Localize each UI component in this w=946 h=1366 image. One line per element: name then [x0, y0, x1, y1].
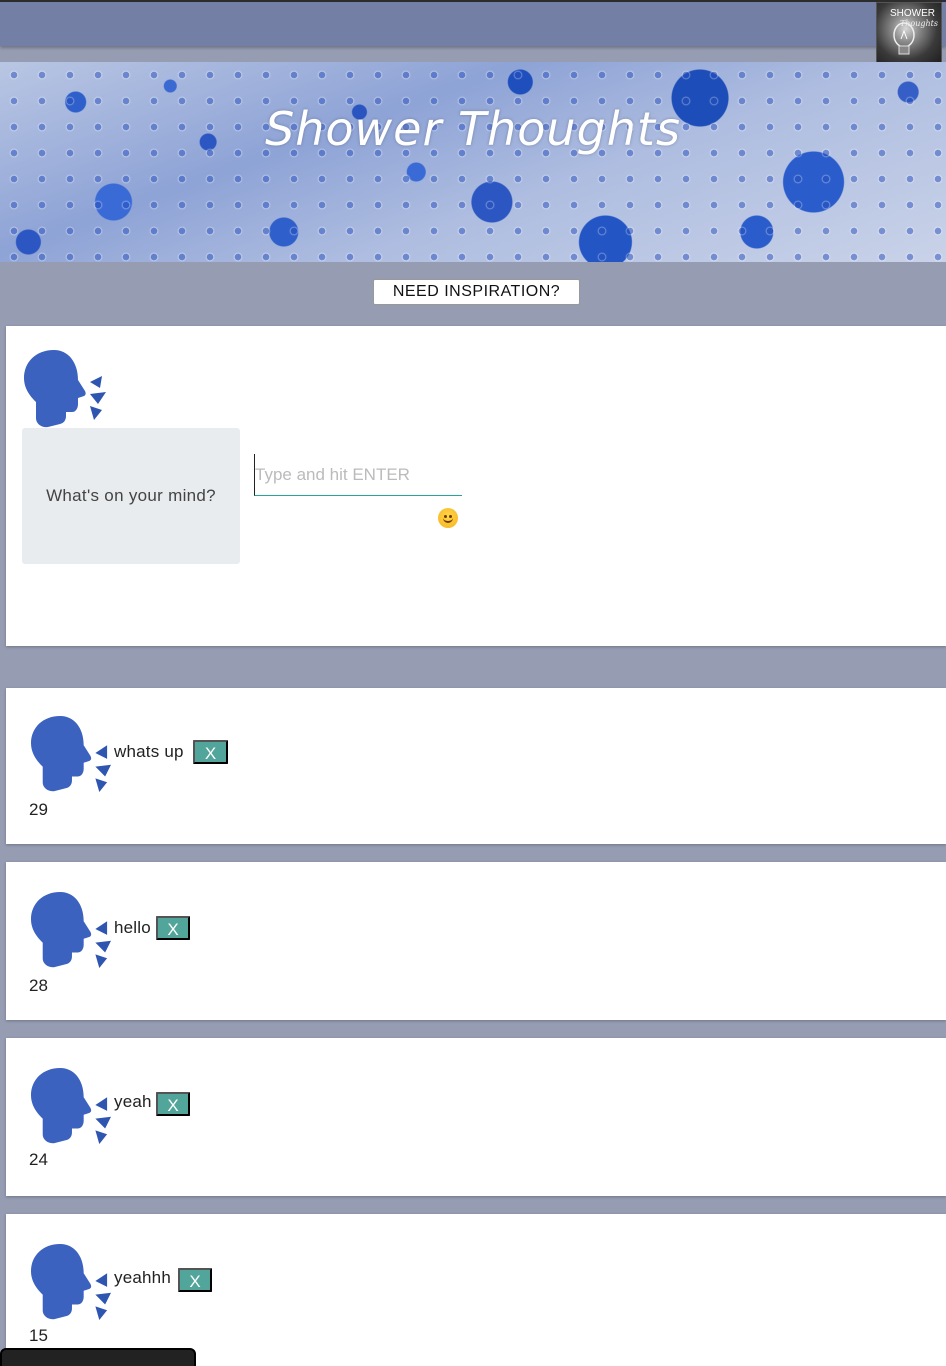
logo-line-1: SHOWER: [890, 8, 935, 19]
post-text: whats up: [114, 742, 184, 761]
post-text: hello: [114, 918, 151, 937]
delete-post-button[interactable]: X: [193, 740, 228, 764]
need-inspiration-button[interactable]: NEED INSPIRATION?: [373, 279, 580, 305]
post-count: 15: [29, 1326, 48, 1345]
post-count: 24: [29, 1150, 48, 1169]
composer-card: What's on your mind?: [6, 326, 946, 646]
delete-post-button[interactable]: X: [156, 1092, 190, 1116]
top-bar: [0, 0, 946, 46]
head-speaking-icon: [31, 891, 111, 969]
delete-post-button[interactable]: X: [178, 1268, 212, 1292]
post-card: hello X 28: [6, 862, 946, 1020]
post-card: whats up X 29: [6, 688, 946, 844]
thought-input[interactable]: [254, 454, 462, 496]
lightbulb-icon: [893, 22, 915, 55]
post-card: yeah X 24: [6, 1038, 946, 1196]
hero-banner: Shower Thoughts: [0, 62, 946, 262]
bottom-dock-tab[interactable]: [0, 1348, 196, 1366]
head-speaking-icon: [31, 1067, 111, 1145]
mind-prompt-box: What's on your mind?: [22, 428, 240, 564]
smiley-emoji-icon[interactable]: [438, 508, 458, 528]
app-logo[interactable]: SHOWER Thoughts: [876, 2, 942, 68]
post-text: yeahhh: [114, 1268, 171, 1287]
post-count: 29: [29, 800, 48, 819]
water-drops-background: [0, 62, 946, 262]
head-speaking-icon: [24, 350, 106, 428]
delete-post-button[interactable]: X: [156, 916, 190, 940]
post-count: 28: [29, 976, 48, 995]
head-speaking-icon: [31, 1243, 111, 1321]
banner-title: Shower Thoughts: [265, 102, 681, 156]
post-text: yeah: [114, 1092, 152, 1111]
post-card: yeahhh X 15: [6, 1214, 946, 1366]
head-speaking-icon: [31, 715, 111, 793]
